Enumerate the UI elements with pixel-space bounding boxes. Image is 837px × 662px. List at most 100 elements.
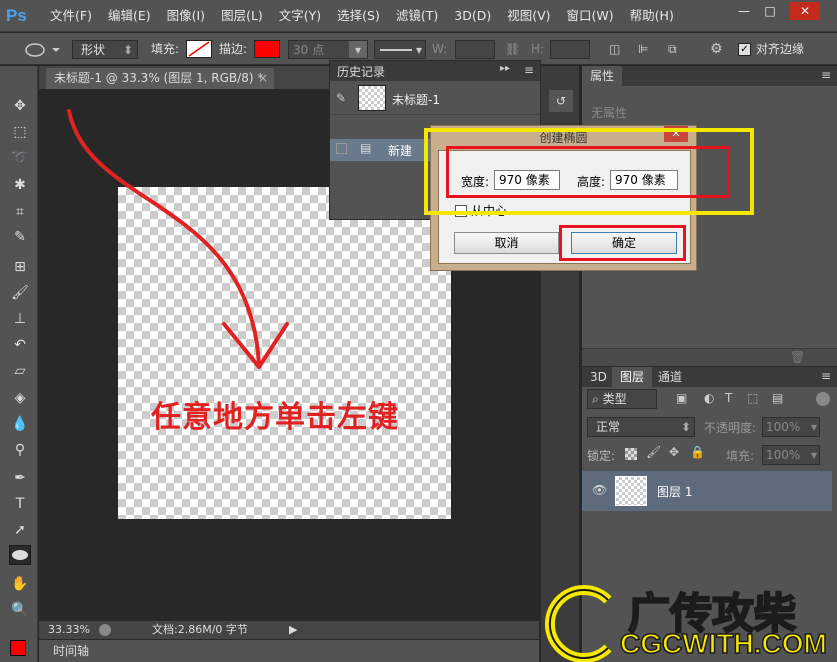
clone-stamp-tool-icon[interactable]: ⊥	[9, 309, 31, 329]
timeline-panel-tab[interactable]: 时间轴	[39, 640, 539, 662]
width-input[interactable]	[455, 40, 495, 59]
layer-row[interactable]: 👁 图层 1	[582, 471, 832, 511]
close-button[interactable]: ✕	[790, 2, 820, 20]
zoom-tool-icon[interactable]: 🔍	[9, 600, 31, 620]
new-document-icon: ▤	[360, 141, 372, 155]
document-info: 文档:2.86M/0 字节	[152, 623, 248, 636]
lock-all-icon[interactable]: 🔒	[690, 445, 705, 459]
lock-position-icon[interactable]: ✥	[669, 445, 679, 459]
tools-panel: ✥ ⬚ ➰ ✱ ⌗ ✎ ⊞ 🖌 ⊥ ↶ ▱ ◈ 💧 ⚲ ✒ T ➚ ✋ 🔍	[0, 66, 38, 662]
gear-icon[interactable]: ⚙	[710, 40, 723, 59]
type-filter-icon[interactable]: T	[725, 391, 732, 405]
hand-tool-icon[interactable]: ✋	[9, 574, 31, 594]
history-brush-source-icon[interactable]: ✎	[336, 91, 346, 105]
lock-label: 锁定:	[587, 449, 616, 463]
width-label: W:	[432, 42, 448, 56]
menu-item-8[interactable]: 视图(V)	[499, 0, 558, 32]
ellipse-tool-icon[interactable]	[9, 545, 31, 565]
maximize-button[interactable]: □	[758, 2, 782, 20]
menu-item-10[interactable]: 帮助(H)	[622, 0, 682, 32]
height-input[interactable]	[550, 40, 590, 59]
snapshot-name: 未标题-1	[392, 93, 440, 107]
history-state-checkbox[interactable]	[336, 143, 347, 154]
panel-menu-icon[interactable]: ≡	[821, 369, 831, 383]
status-menu-icon[interactable]	[99, 624, 111, 636]
menu-item-2[interactable]: 图像(I)	[159, 0, 213, 32]
ok-button-highlight-box	[559, 225, 686, 261]
menu-item-5[interactable]: 选择(S)	[329, 0, 388, 32]
path-selection-tool-icon[interactable]: ➚	[9, 520, 31, 540]
menu-item-0[interactable]: 文件(F)	[42, 0, 100, 32]
opacity-label: 不透明度:	[704, 421, 757, 435]
magic-wand-tool-icon[interactable]: ✱	[9, 175, 31, 195]
shape-filter-icon[interactable]: ⬚	[747, 391, 758, 405]
marquee-tool-icon[interactable]: ⬚	[9, 122, 31, 142]
menu-item-3[interactable]: 图层(L)	[213, 0, 271, 32]
minimize-button[interactable]: —	[732, 2, 756, 20]
panel-menu-icon[interactable]: ≡	[524, 63, 534, 77]
blur-tool-icon[interactable]: 💧	[9, 414, 31, 434]
properties-content: 无属性	[591, 106, 628, 120]
path-operations-icon[interactable]: ◫	[609, 40, 620, 59]
cancel-button[interactable]: 取消	[454, 232, 559, 254]
timeline-label: 时间轴	[53, 644, 90, 658]
fill-swatch[interactable]	[186, 40, 212, 58]
visibility-eye-icon[interactable]: 👁	[592, 483, 607, 497]
link-icon[interactable]: ⛓	[505, 40, 520, 59]
move-tool-icon[interactable]: ✥	[9, 96, 31, 116]
tab-channels[interactable]: 通道	[650, 367, 690, 387]
no-fill-icon	[188, 41, 210, 57]
trash-icon[interactable]: 🗑	[790, 350, 805, 364]
collapse-icon[interactable]: ▸▸	[500, 63, 510, 74]
blend-mode-select[interactable]: 正常 ⬍	[587, 417, 695, 437]
menu-item-1[interactable]: 编辑(E)	[100, 0, 159, 32]
search-icon: ⌕	[592, 392, 599, 406]
tab-layers[interactable]: 图层	[612, 367, 653, 387]
adjustment-filter-icon[interactable]: ◐	[704, 391, 714, 405]
pen-tool-icon[interactable]: ✒	[9, 468, 31, 488]
menu-item-4[interactable]: 文字(Y)	[271, 0, 329, 32]
history-panel-title: 历史记录	[337, 65, 386, 79]
history-panel-icon[interactable]: ↺	[549, 90, 573, 112]
healing-brush-tool-icon[interactable]: ⊞	[9, 257, 31, 277]
status-arrow-icon[interactable]: ▶	[289, 621, 297, 639]
menu-item-6[interactable]: 滤镜(T)	[388, 0, 446, 32]
history-brush-tool-icon[interactable]: ↶	[9, 335, 31, 355]
tab-properties[interactable]: 属性	[582, 66, 623, 86]
smart-object-filter-icon[interactable]: ▤	[772, 391, 783, 405]
tool-preset-picker[interactable]	[22, 40, 64, 59]
image-filter-icon[interactable]: ▣	[676, 391, 687, 405]
size-fields-highlight-box	[446, 146, 730, 198]
eyedropper-tool-icon[interactable]: ✎	[9, 227, 31, 247]
eraser-tool-icon[interactable]: ▱	[9, 361, 31, 381]
history-snapshot-row[interactable]: ✎ 未标题-1	[330, 81, 540, 115]
lock-transparent-icon[interactable]	[625, 448, 637, 460]
opacity-value: 100%	[766, 420, 801, 434]
dodge-tool-icon[interactable]: ⚲	[9, 440, 31, 460]
close-tab-icon[interactable]: ×	[258, 68, 268, 89]
panel-menu-icon[interactable]: ≡	[821, 68, 831, 82]
menu-item-9[interactable]: 窗口(W)	[559, 0, 622, 32]
tab-3d[interactable]: 3D	[582, 367, 615, 387]
mode-select[interactable]: 形状 ⬍	[72, 40, 138, 59]
layer-filter-select[interactable]: ⌕ 类型	[587, 389, 657, 409]
menu-item-7[interactable]: 3D(D)	[446, 0, 499, 32]
align-edges-checkbox[interactable]: ✓	[738, 43, 751, 56]
lasso-tool-icon[interactable]: ➰	[9, 148, 31, 168]
brush-tool-icon[interactable]: 🖌	[9, 283, 31, 303]
opacity-input[interactable]: 100% ▾	[762, 417, 820, 437]
crop-tool-icon[interactable]: ⌗	[9, 202, 31, 222]
type-tool-icon[interactable]: T	[9, 494, 31, 514]
stroke-size-input[interactable]: 30 点 ▾	[288, 40, 368, 59]
document-tab[interactable]: 未标题-1 @ 33.3% (图层 1, RGB/8) * ×	[46, 68, 274, 89]
foreground-color-swatch[interactable]	[10, 640, 26, 656]
paint-bucket-tool-icon[interactable]: ◈	[9, 388, 31, 408]
path-arrangement-icon[interactable]: ⧉	[668, 40, 677, 59]
filter-toggle-icon[interactable]	[816, 392, 830, 406]
path-alignment-icon[interactable]: ⊫	[638, 40, 648, 59]
stroke-swatch[interactable]	[254, 40, 280, 58]
fill-input[interactable]: 100% ▾	[762, 445, 820, 465]
stroke-type-select[interactable]: ▾	[374, 40, 426, 59]
history-panel-header: 历史记录 ▸▸ ≡	[330, 61, 540, 81]
lock-pixels-icon[interactable]: 🖌	[646, 445, 661, 459]
